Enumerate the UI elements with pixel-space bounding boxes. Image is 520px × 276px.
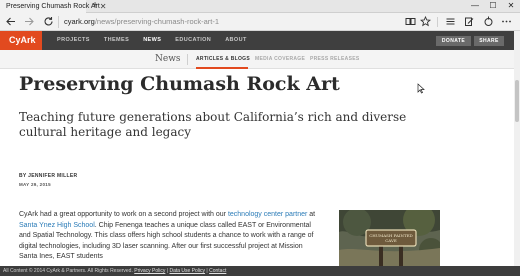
toolbar-divider bbox=[437, 17, 438, 27]
privacy-policy-link[interactable]: Privacy Policy bbox=[134, 268, 165, 274]
minimize-button[interactable]: — bbox=[466, 0, 484, 13]
more-icon[interactable] bbox=[500, 15, 513, 28]
nav-projects[interactable]: PROJECTS bbox=[57, 31, 90, 50]
browser-tab-bar: Preserving Chumash Rock Art ✕ + — ☐ ✕ bbox=[0, 0, 520, 13]
donate-button[interactable]: DONATE bbox=[436, 36, 471, 46]
subnav-divider bbox=[187, 54, 188, 65]
cyark-logo[interactable]: CyArk bbox=[0, 31, 42, 50]
reading-view-icon[interactable] bbox=[404, 15, 417, 28]
photo-sign-text: CHUMASH PAINTED CAVE bbox=[369, 233, 413, 243]
nav-about[interactable]: ABOUT bbox=[225, 31, 247, 50]
contact-link[interactable]: Contact bbox=[209, 268, 226, 274]
article-date: MAY 29, 2015 bbox=[19, 182, 51, 187]
subnav-title: News bbox=[155, 54, 181, 64]
footer-copyright: All Content © 2014 CyArk & Partners. All… bbox=[3, 268, 135, 274]
nav-themes[interactable]: THEMES bbox=[104, 31, 129, 50]
browser-tab[interactable]: Preserving Chumash Rock Art ✕ bbox=[0, 0, 106, 13]
article-byline: BY JENNIFER MILLER bbox=[19, 173, 78, 179]
site-header: CyArk PROJECTS THEMES NEWS EDUCATION ABO… bbox=[0, 31, 520, 50]
article-photo: CHUMASH PAINTED CAVE bbox=[339, 210, 440, 266]
nav-education[interactable]: EDUCATION bbox=[175, 31, 211, 50]
scrollbar-thumb[interactable] bbox=[515, 80, 519, 122]
new-tab-button[interactable]: + bbox=[90, 0, 100, 12]
back-arrow-icon[interactable] bbox=[4, 15, 17, 28]
body-text-1: CyArk had a great opportunity to work on… bbox=[19, 211, 228, 218]
window-controls: — ☐ ✕ bbox=[466, 0, 520, 13]
hub-icon[interactable] bbox=[444, 15, 457, 28]
active-tab-indicator bbox=[196, 67, 248, 69]
article-body: CyArk had a great opportunity to work on… bbox=[19, 210, 319, 263]
close-window-button[interactable]: ✕ bbox=[502, 0, 520, 13]
site-nav: PROJECTS THEMES NEWS EDUCATION ABOUT bbox=[57, 31, 261, 50]
news-subnav: News ARTICLES & BLOGS MEDIA COVERAGE PRE… bbox=[0, 50, 514, 69]
tab-close-icon[interactable]: ✕ bbox=[100, 2, 107, 11]
technology-center-link[interactable]: technology center partner bbox=[228, 211, 307, 218]
nav-news[interactable]: NEWS bbox=[143, 31, 161, 50]
web-note-icon[interactable] bbox=[463, 15, 476, 28]
share-icon[interactable] bbox=[482, 15, 495, 28]
forward-arrow-icon[interactable] bbox=[23, 15, 36, 28]
url-path: /news/preserving-chumash-rock-art-1 bbox=[94, 17, 220, 26]
page-scrollbar[interactable] bbox=[514, 31, 520, 266]
address-bar[interactable]: cyark.org/news/preserving-chumash-rock-a… bbox=[58, 16, 398, 28]
santa-ynez-link[interactable]: Santa Ynez High School bbox=[19, 222, 95, 229]
tab-press-releases[interactable]: PRESS RELEASES bbox=[310, 50, 360, 69]
page-footer: All Content © 2014 CyArk & Partners. All… bbox=[0, 266, 520, 276]
mouse-cursor-icon bbox=[417, 83, 425, 96]
tab-title: Preserving Chumash Rock Art bbox=[6, 3, 100, 10]
maximize-button[interactable]: ☐ bbox=[484, 0, 502, 13]
data-use-policy-link[interactable]: Data Use Policy bbox=[169, 268, 205, 274]
star-icon[interactable] bbox=[419, 15, 432, 28]
url-domain: cyark.org bbox=[64, 17, 95, 26]
article-title: Preserving Chumash Rock Art bbox=[19, 73, 340, 95]
body-text-2: at bbox=[307, 211, 316, 218]
article-subtitle: Teaching future generations about Califo… bbox=[19, 110, 407, 139]
tab-media-coverage[interactable]: MEDIA COVERAGE bbox=[255, 50, 305, 69]
refresh-icon[interactable] bbox=[42, 15, 55, 28]
address-toolbar: cyark.org/news/preserving-chumash-rock-a… bbox=[0, 13, 520, 31]
share-button[interactable]: SHARE bbox=[474, 36, 504, 46]
